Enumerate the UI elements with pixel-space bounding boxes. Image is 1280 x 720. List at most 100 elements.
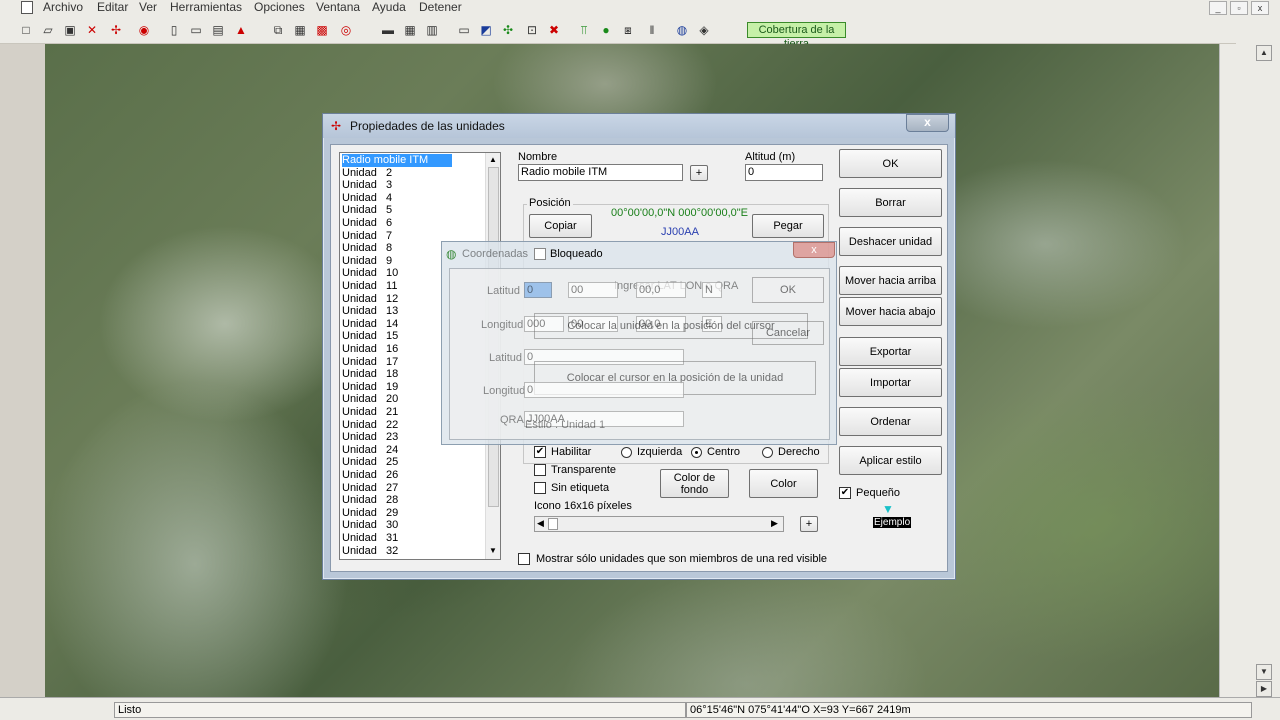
color-button[interactable]: Color xyxy=(749,469,818,498)
icon-plus-button[interactable]: + xyxy=(800,516,818,532)
list-scroll-up-icon[interactable]: ▲ xyxy=(489,155,497,164)
unit-list-item[interactable]: Unidad 3 xyxy=(342,179,392,192)
small-checkbox[interactable]: ✔ xyxy=(839,487,851,499)
center-radio[interactable] xyxy=(691,447,702,458)
coord-titlebar[interactable]: ◍ Coordenadas Bloqueado x xyxy=(442,242,836,266)
window-icon[interactable]: ▭ xyxy=(456,22,472,38)
unit-list-item[interactable]: Unidad 18 xyxy=(342,368,398,381)
lat-minutes-input[interactable]: 00 xyxy=(568,282,618,298)
unit-list-item[interactable]: Unidad 21 xyxy=(342,406,398,419)
network-map-icon[interactable]: ⧆ xyxy=(620,22,636,38)
page-copy-icon[interactable]: ▭ xyxy=(188,22,204,38)
export-button[interactable]: Exportar xyxy=(839,337,942,366)
icon-scroll-thumb[interactable] xyxy=(548,518,558,530)
new-file-icon[interactable]: □ xyxy=(18,22,34,38)
keyboard-icon[interactable]: ▬ xyxy=(380,22,396,38)
green-circle-icon[interactable]: ● xyxy=(598,22,614,38)
menu-ayuda[interactable]: Ayuda xyxy=(372,0,406,16)
unit-list-item[interactable]: Unidad 27 xyxy=(342,482,398,495)
unit-list-item[interactable]: Unidad 28 xyxy=(342,494,398,507)
network-icon[interactable]: ✢ xyxy=(108,22,124,38)
name-input[interactable]: Radio mobile ITM xyxy=(518,164,683,181)
coverage-icon[interactable]: ⊡ xyxy=(524,22,540,38)
page-icon[interactable]: ▯ xyxy=(166,22,182,38)
move-down-button[interactable]: Mover hacia abajo xyxy=(839,297,942,326)
import-button[interactable]: Importar xyxy=(839,368,942,397)
unit-list-item[interactable]: Unidad 23 xyxy=(342,431,398,444)
menu-ventana[interactable]: Ventana xyxy=(316,0,360,16)
web-icon[interactable]: ◈ xyxy=(696,22,712,38)
lat-hemisphere-select[interactable]: N xyxy=(702,282,722,298)
delete-button[interactable]: Borrar xyxy=(839,188,942,217)
paste-icon[interactable]: ▦ xyxy=(292,22,308,38)
menu-archivo[interactable]: Archivo xyxy=(43,0,83,16)
menu-ver[interactable]: Ver xyxy=(139,0,157,16)
unit-list-item[interactable]: Unidad 13 xyxy=(342,305,398,318)
unit-properties-icon[interactable]: ✕ xyxy=(84,22,100,38)
unit-list-item[interactable]: Unidad 24 xyxy=(342,444,398,457)
copy-icon[interactable]: ⧉ xyxy=(270,22,286,38)
transparent-checkbox[interactable] xyxy=(534,464,546,476)
unit-list-item[interactable]: Unidad 29 xyxy=(342,507,398,520)
unit-list-item[interactable]: Unidad 30 xyxy=(342,519,398,532)
dialog-close-button[interactable]: x xyxy=(906,114,949,132)
menu-detener[interactable]: Detener xyxy=(419,0,462,16)
save-icon[interactable]: ▣ xyxy=(62,22,78,38)
unit-list-item[interactable]: Radio mobile ITM xyxy=(342,154,452,167)
unit-list-item[interactable]: Unidad 6 xyxy=(342,217,392,230)
apply-style-button[interactable]: Aplicar estilo xyxy=(839,446,942,475)
unit-list-item[interactable]: Unidad 22 xyxy=(342,419,398,432)
unit-list-item[interactable]: Unidad 2 xyxy=(342,167,392,180)
coord-cancel-button[interactable]: Cancelar xyxy=(752,321,824,345)
unit-list-item[interactable]: Unidad 10 xyxy=(342,267,398,280)
unit-list-item[interactable]: Unidad 14 xyxy=(342,318,398,331)
print-icon[interactable]: ▤ xyxy=(210,22,226,38)
antenna-icon[interactable]: ⫪ xyxy=(576,22,592,38)
sort-button[interactable]: Ordenar xyxy=(839,407,942,436)
show-only-checkbox[interactable] xyxy=(518,553,530,565)
icon-scroll-left-icon[interactable]: ◀ xyxy=(537,518,544,529)
unit-list-item[interactable]: Unidad 9 xyxy=(342,255,392,268)
menu-opciones[interactable]: Opciones xyxy=(254,0,305,16)
pdf-icon[interactable]: ▲ xyxy=(233,22,249,38)
lon-decimal-input[interactable]: 0 xyxy=(524,382,684,398)
unit-list-item[interactable]: Unidad 31 xyxy=(342,532,398,545)
altitude-input[interactable]: 0 xyxy=(745,164,823,181)
coord-close-button[interactable]: x xyxy=(793,242,835,258)
unit-list-item[interactable]: Unidad 20 xyxy=(342,393,398,406)
restore-button[interactable]: ▫ xyxy=(1230,1,1248,15)
ok-button[interactable]: OK xyxy=(839,149,942,178)
stop-icon[interactable]: ✖ xyxy=(546,22,562,38)
locked-checkbox[interactable] xyxy=(534,248,546,260)
unit-list-item[interactable]: Unidad 8 xyxy=(342,242,392,255)
copy-button[interactable]: Copiar xyxy=(529,214,592,238)
map-icon[interactable]: ▩ xyxy=(314,22,330,38)
scroll-down-icon[interactable]: ▼ xyxy=(1256,664,1272,680)
unit-list-item[interactable]: Unidad 11 xyxy=(342,280,397,293)
unit-list-item[interactable]: Unidad 17 xyxy=(342,356,398,369)
unit-list-item[interactable]: Unidad 19 xyxy=(342,381,398,394)
bars-icon[interactable]: ‖ xyxy=(644,22,660,38)
no-label-checkbox[interactable] xyxy=(534,482,546,494)
paste-button[interactable]: Pegar xyxy=(752,214,824,238)
name-plus-button[interactable]: + xyxy=(690,165,708,181)
earth-coverage-button[interactable]: Cobertura de la tierra xyxy=(747,22,846,50)
right-radio[interactable] xyxy=(762,447,773,458)
scroll-up-icon[interactable]: ▲ xyxy=(1256,45,1272,61)
left-radio[interactable] xyxy=(621,447,632,458)
earth-icon[interactable]: ◍ xyxy=(674,22,690,38)
unit-list-item[interactable]: Unidad 26 xyxy=(342,469,398,482)
unit-list-item[interactable]: Unidad 7 xyxy=(342,230,392,243)
dialog-titlebar[interactable]: ✢ Propiedades de las unidades x xyxy=(323,114,955,138)
radio-link-icon[interactable]: ✣ xyxy=(500,22,516,38)
menu-editar[interactable]: Editar xyxy=(97,0,128,16)
map-vertical-scrollbar[interactable] xyxy=(1219,44,1236,697)
undo-unit-button[interactable]: Deshacer unidad xyxy=(839,227,942,256)
grid-icon[interactable]: ▦ xyxy=(402,22,418,38)
scroll-right-icon[interactable]: ▶ xyxy=(1256,681,1272,697)
icon-scroll-right-icon[interactable]: ▶ xyxy=(771,518,778,529)
unit-list-item[interactable]: Unidad 12 xyxy=(342,293,398,306)
unit-list-item[interactable]: Unidad 16 xyxy=(342,343,398,356)
globe-icon[interactable]: ◉ xyxy=(136,22,152,38)
close-window-button[interactable]: x xyxy=(1251,1,1269,15)
